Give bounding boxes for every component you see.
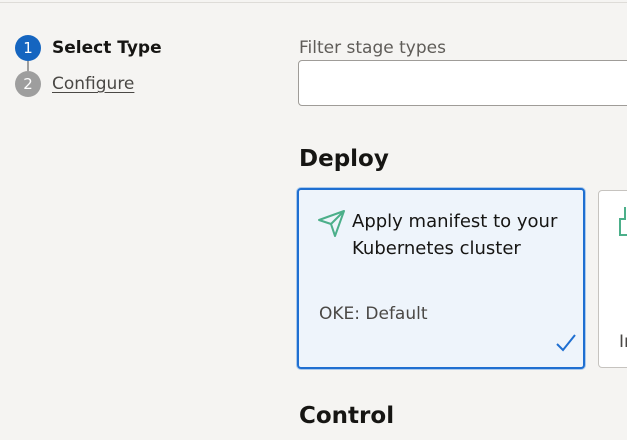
step-1-label: Select Type [52,38,162,58]
step-connector [27,61,29,71]
apply-manifest-card[interactable]: Apply manifest to your Kubernetes cluste… [297,188,585,369]
cube-icon [619,207,627,236]
control-heading: Control [299,403,395,429]
card-subtitle: In [619,332,627,352]
checkmark-icon [556,334,576,352]
filter-label: Filter stage types [299,38,446,58]
card-subtitle: OKE: Default [319,304,428,324]
step-2-indicator: 2 [15,71,41,97]
filter-stage-types-input[interactable] [298,60,627,106]
deploy-card-2[interactable]: In [598,190,627,368]
card-title: Apply manifest to your Kubernetes cluste… [352,211,558,259]
step-1-indicator: 1 [15,35,41,61]
top-divider [0,2,627,3]
send-icon [318,210,345,237]
deploy-heading: Deploy [299,146,389,172]
step-2-configure-link[interactable]: Configure [52,74,134,94]
